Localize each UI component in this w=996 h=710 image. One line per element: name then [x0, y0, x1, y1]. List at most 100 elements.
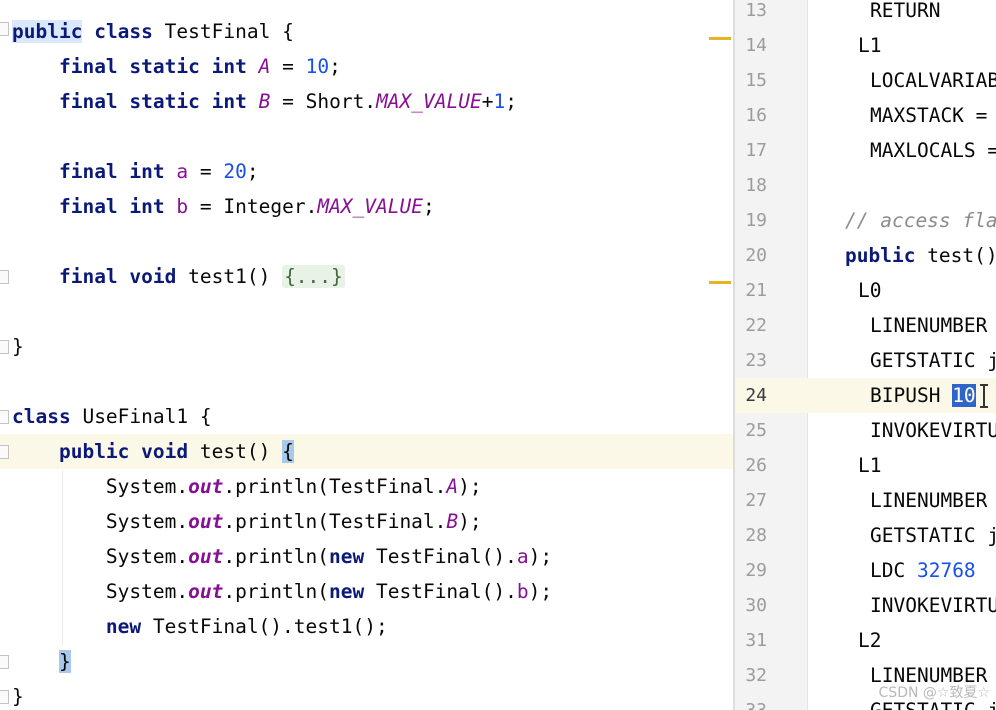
fold-marker[interactable]	[0, 410, 9, 424]
bytecode-line: GETSTATIC j	[870, 524, 996, 547]
open-brace: {	[199, 405, 212, 428]
class-name: UseFinal1	[82, 405, 189, 428]
code-line-stmt-4: System.out.println(new TestFinal().b);	[12, 574, 552, 609]
line-number: 26	[745, 455, 767, 476]
method-call: .println(TestFinal.	[223, 510, 447, 533]
line-number: 13	[745, 0, 767, 21]
fold-marker[interactable]	[0, 445, 9, 459]
method-signature: test()	[915, 244, 996, 267]
code-line-field-a: final int a = 20;	[12, 154, 259, 189]
line-number-current: 24	[745, 385, 767, 406]
line-number: 21	[745, 280, 767, 301]
semicolon: ;	[505, 90, 517, 113]
constructor-call: TestFinal().	[364, 580, 517, 603]
bytecode-line: INVOKEVIRTU	[870, 419, 996, 442]
bytecode-viewer[interactable]: 13 14 15 16 17 18 19 20 21 22 23 24 25 2…	[735, 0, 996, 710]
fold-marker[interactable]	[0, 655, 9, 669]
method-call: .println(	[223, 580, 330, 603]
line-number: 23	[745, 350, 767, 371]
keyword-final: final	[58, 195, 118, 218]
code-line-stmt-5: new TestFinal().test1();	[12, 609, 388, 644]
code-line-class-usefinal1: class UseFinal1 {	[12, 399, 212, 434]
method-call: .println(TestFinal.	[223, 475, 447, 498]
class-reference: System.	[105, 510, 189, 533]
bytecode-line: LINENUMBER	[870, 489, 996, 512]
code-line-method-test1: final void test1() {...}	[12, 259, 345, 294]
close-brace: }	[12, 685, 24, 708]
watermark: CSDN @☆致夏☆	[878, 685, 990, 701]
keyword-void: void	[141, 440, 189, 463]
operator: =	[199, 160, 212, 183]
field-reference: A	[446, 475, 459, 498]
keyword-new: new	[329, 580, 365, 603]
class-reference: System.	[105, 545, 189, 568]
line-number: 19	[745, 210, 767, 231]
semicolon: ;	[423, 195, 435, 218]
keyword-int: int	[211, 55, 247, 78]
number-literal: 10	[305, 55, 330, 78]
fold-marker[interactable]	[0, 340, 9, 354]
number-literal: 32768	[916, 559, 976, 582]
keyword-final: final	[58, 160, 118, 183]
bytecode-line: GETSTATIC j	[870, 349, 996, 372]
source-editor[interactable]: public class TestFinal { final static in…	[0, 0, 733, 710]
opcode: BIPUSH	[870, 384, 953, 407]
field-reference: B	[446, 510, 459, 533]
bytecode-line: LOCALVARIAB	[870, 69, 996, 92]
line-number: 16	[745, 105, 767, 126]
selected-operand[interactable]: 10	[952, 384, 976, 407]
bytecode-line: LINENUMBER	[870, 314, 996, 337]
field-reference: b	[516, 580, 529, 603]
punctuation: );	[528, 580, 553, 603]
field-name: B	[258, 90, 271, 113]
line-number: 25	[745, 420, 767, 441]
line-number: 33	[735, 693, 767, 710]
code-line-field-b: final int b = Integer.MAX_VALUE;	[12, 189, 435, 224]
fold-marker[interactable]	[0, 22, 9, 36]
punctuation: );	[528, 545, 553, 568]
opcode: LDC	[870, 559, 917, 582]
semicolon: ;	[329, 55, 341, 78]
keyword-int: int	[129, 160, 165, 183]
scroll-marker[interactable]	[709, 37, 731, 40]
bytecode-label: L2	[858, 629, 882, 652]
line-number: 32	[745, 665, 767, 686]
scroll-marker[interactable]	[709, 281, 731, 284]
bytecode-label: L1	[858, 34, 882, 57]
line-number: 30	[745, 595, 767, 616]
keyword-public: public	[845, 244, 916, 267]
line-number: 27	[745, 490, 767, 511]
code-line-field-A: final static int A = 10;	[12, 49, 341, 84]
keyword-new: new	[329, 545, 365, 568]
keyword-int: int	[129, 195, 165, 218]
matched-open-brace: {	[282, 440, 294, 463]
keyword-class: class	[12, 405, 71, 428]
bytecode-label: L1	[858, 454, 882, 477]
method-signature: test()	[199, 440, 283, 463]
open-brace: {	[282, 20, 294, 43]
keyword-final: final	[58, 90, 118, 113]
keyword-final: final	[58, 265, 118, 288]
text-cursor-icon	[980, 384, 988, 408]
bytecode-label: L0	[858, 279, 882, 302]
bytecode-line: MAXLOCALS =	[870, 139, 996, 162]
keyword-int: int	[211, 90, 247, 113]
bytecode-line: RETURN	[870, 0, 941, 22]
line-number: 28	[745, 525, 767, 546]
number-literal: 20	[223, 160, 247, 183]
code-line-class-testfinal: public class TestFinal {	[12, 14, 294, 49]
close-brace: }	[12, 335, 24, 358]
code-line-method-close: }	[12, 644, 71, 679]
keyword-class: class	[94, 20, 153, 43]
class-reference: System.	[105, 580, 189, 603]
code-line-class-close: }	[12, 679, 24, 710]
code-line-stmt-1: System.out.println(TestFinal.A);	[12, 469, 482, 504]
code-line-method-test: public void test() {	[12, 434, 294, 469]
fold-marker[interactable]	[0, 690, 9, 704]
keyword-static: static	[129, 90, 200, 113]
field-name: b	[176, 195, 189, 218]
folded-code-block[interactable]: {...}	[282, 265, 345, 288]
fold-marker[interactable]	[0, 270, 9, 284]
method-call: .println(	[223, 545, 330, 568]
method-call: TestFinal().test1();	[141, 615, 388, 638]
